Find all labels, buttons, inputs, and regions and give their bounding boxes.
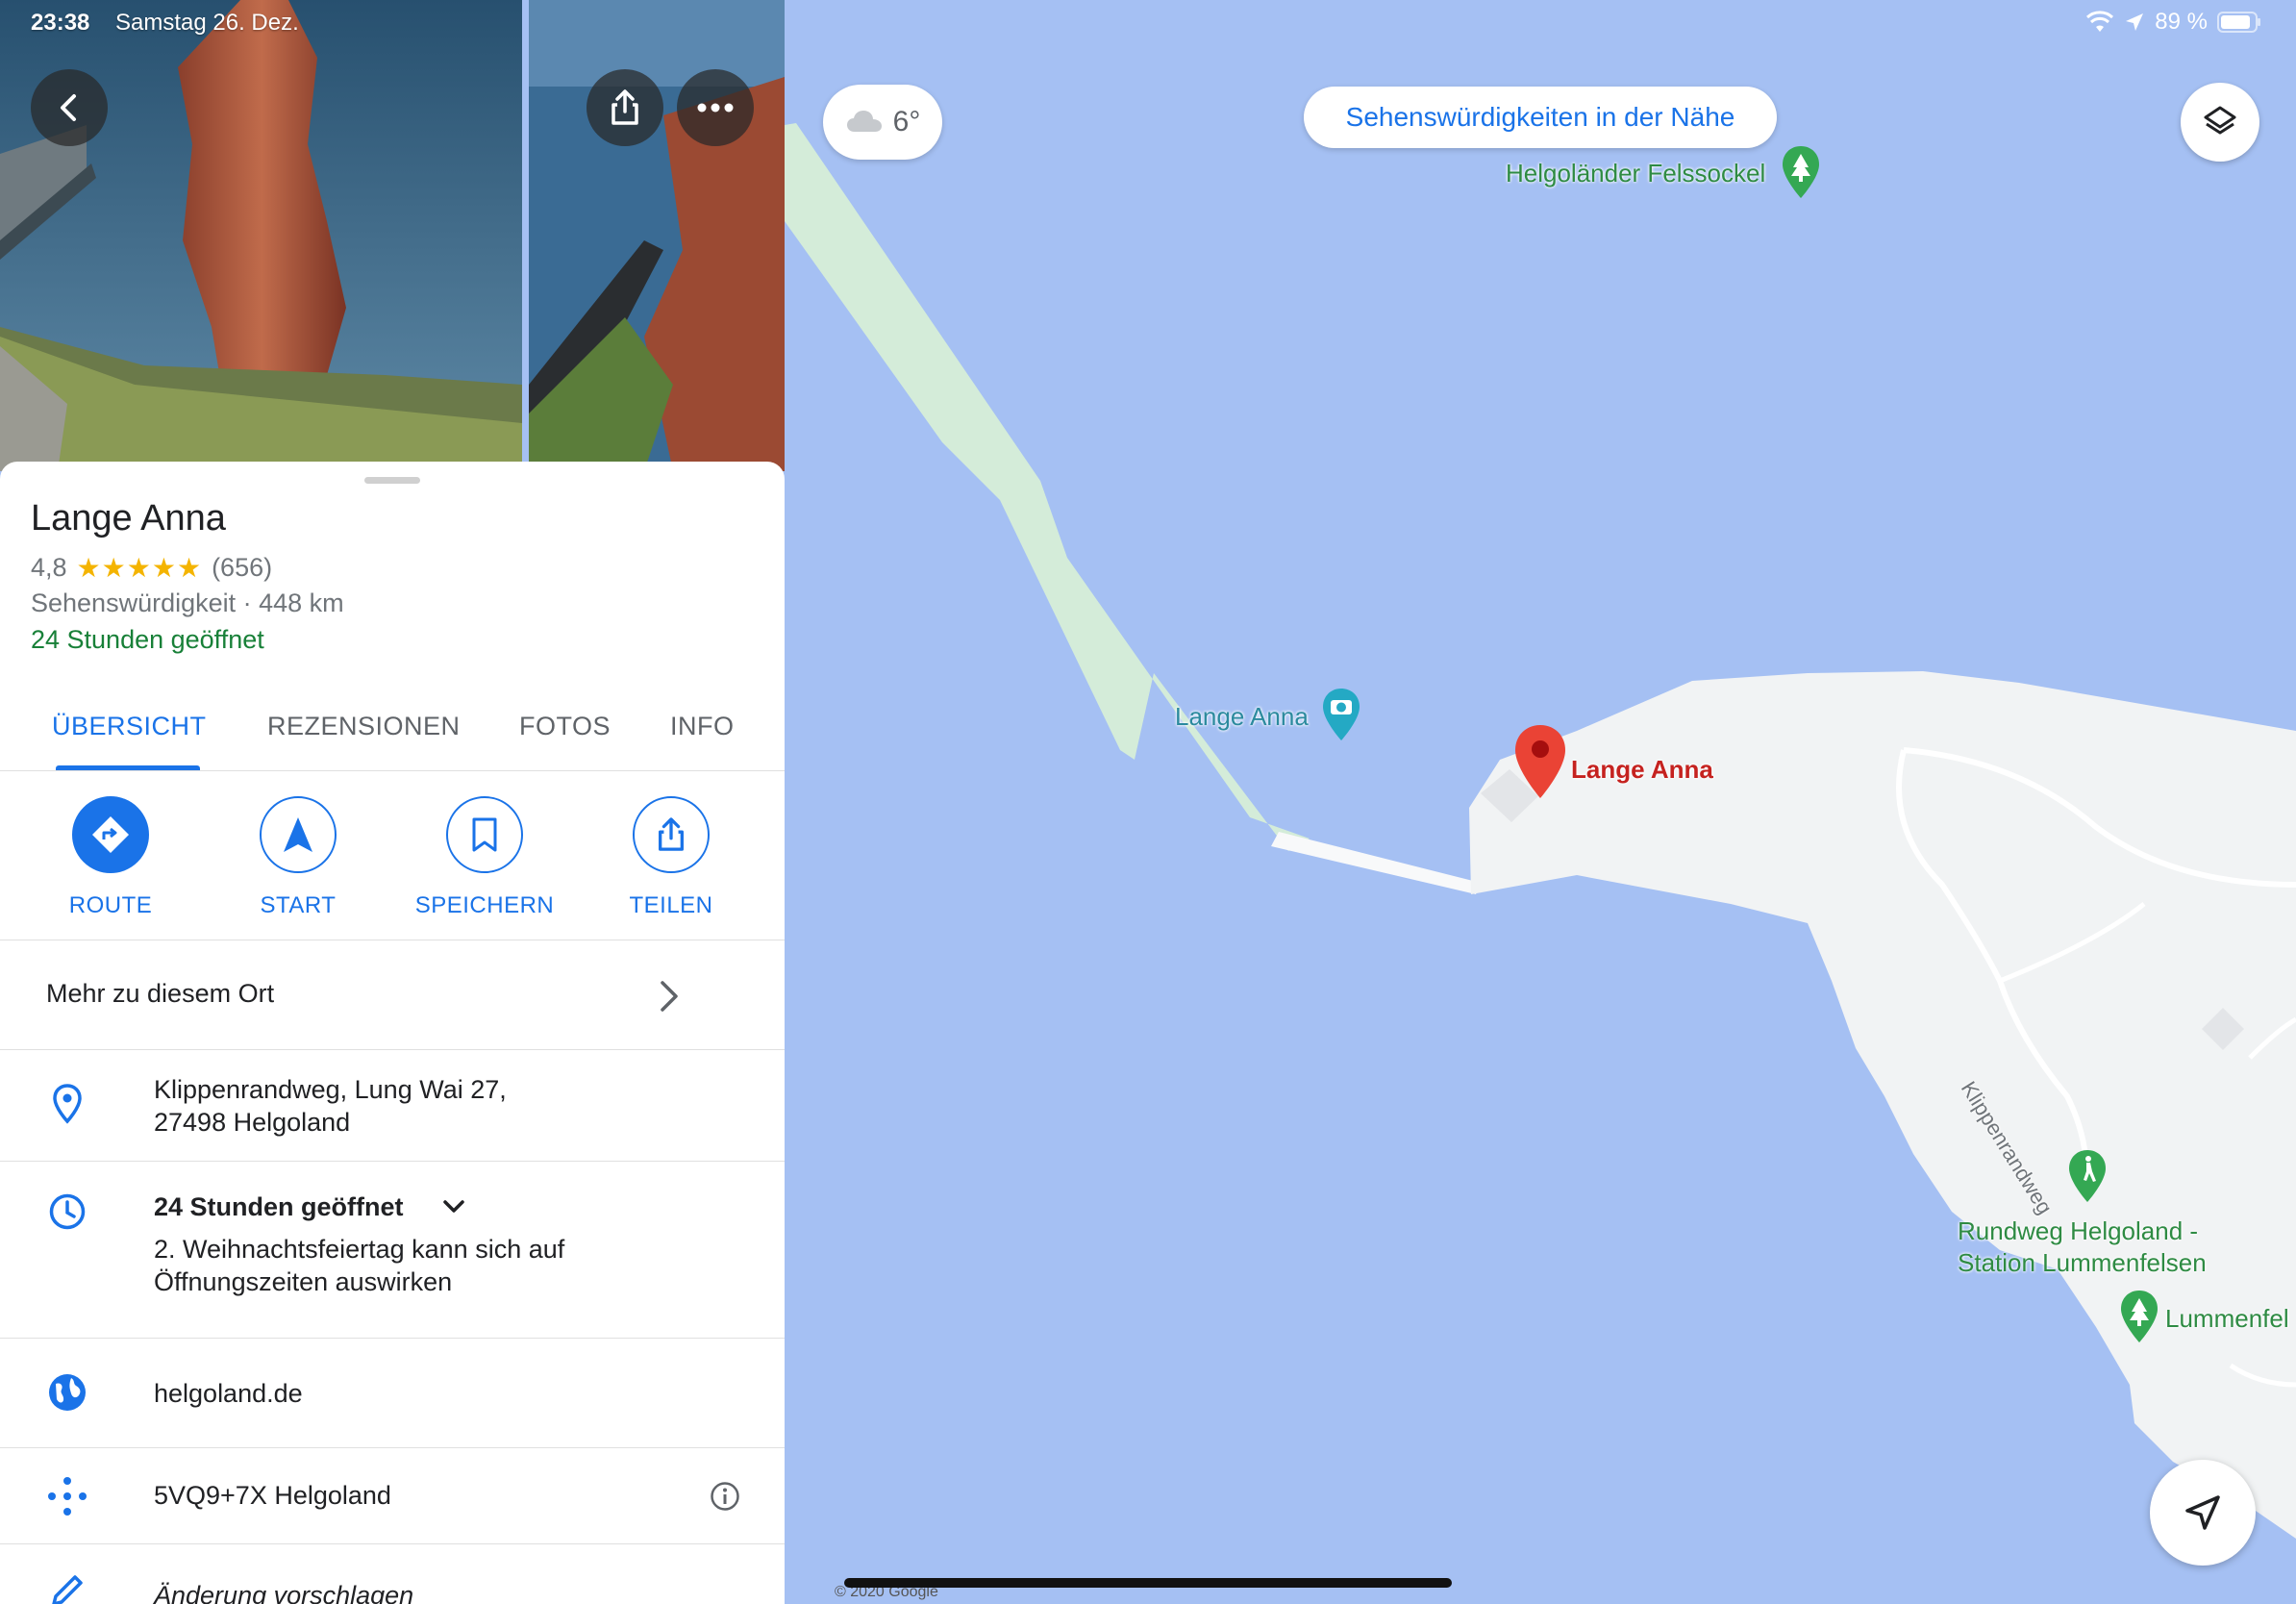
- camera-pin-icon[interactable]: [1321, 687, 1361, 744]
- holiday-notice-line-2: Öffnungszeiten auswirken: [154, 1267, 453, 1296]
- share-icon: [659, 817, 684, 851]
- tab-bar: ÜBERSICHT REZENSIONEN FOTOS INFO: [0, 702, 785, 771]
- home-indicator[interactable]: [844, 1578, 1452, 1588]
- photo-strip[interactable]: [0, 0, 785, 471]
- layers-button[interactable]: [2181, 83, 2259, 162]
- battery-percent: 89 %: [2155, 9, 2208, 35]
- share-button[interactable]: TEILEN: [585, 796, 758, 919]
- share-photo-button[interactable]: [586, 69, 663, 146]
- my-location-button[interactable]: [2150, 1460, 2256, 1566]
- plus-code: 5VQ9+7X Helgoland: [154, 1481, 391, 1510]
- place-photo-2[interactable]: [529, 0, 785, 471]
- save-button[interactable]: SPEICHERN: [398, 796, 571, 919]
- tab-photos[interactable]: FOTOS: [519, 712, 611, 741]
- start-button-circle[interactable]: [260, 796, 337, 873]
- more-options-button[interactable]: [677, 69, 754, 146]
- bookmark-icon: [472, 817, 497, 852]
- action-bar: ROUTE START SPEICHERN TEILEN: [0, 771, 785, 940]
- hours-label: 24 Stunden geöffnet: [154, 1192, 404, 1221]
- plus-code-row[interactable]: 5VQ9+7X Helgoland: [0, 1448, 785, 1544]
- suggest-edit-label: Änderung vorschlagen: [154, 1581, 414, 1604]
- map-label-rundweg-1[interactable]: Rundweg Helgoland -: [1958, 1216, 2198, 1246]
- suggest-edit-row[interactable]: Änderung vorschlagen: [0, 1544, 785, 1604]
- address-line-1: Klippenrandweg, Lung Wai 27,: [154, 1075, 507, 1104]
- info-icon[interactable]: [710, 1481, 740, 1512]
- map-label-lange-anna-pin[interactable]: Lange Anna: [1571, 755, 1713, 785]
- globe-icon: [46, 1371, 88, 1414]
- route-label: ROUTE: [68, 892, 153, 918]
- battery-icon: [2217, 12, 2260, 33]
- map-label-lange-anna-poi[interactable]: Lange Anna: [1175, 702, 1309, 732]
- share-icon: [611, 89, 638, 125]
- website-row[interactable]: helgoland.de: [0, 1339, 785, 1448]
- place-sheet[interactable]: Lange Anna 4,8 ★★★★★ (656) Sehenswürdigk…: [0, 462, 785, 1604]
- wifi-icon: [2086, 11, 2114, 32]
- pencil-icon: [46, 1569, 88, 1604]
- layers-icon: [2204, 106, 2236, 135]
- share-button-circle[interactable]: [633, 796, 710, 873]
- save-label: SPEICHERN: [414, 892, 555, 918]
- sheet-grabber[interactable]: [364, 477, 420, 484]
- weather-temperature: 6°: [892, 106, 921, 138]
- start-button[interactable]: START: [212, 796, 385, 919]
- route-button[interactable]: ROUTE: [24, 796, 197, 919]
- tab-reviews[interactable]: REZENSIONEN: [267, 712, 461, 741]
- selected-place-pin-icon[interactable]: [1513, 723, 1567, 800]
- active-tab-indicator: [56, 765, 200, 770]
- hiking-pin-icon[interactable]: [2067, 1148, 2108, 1206]
- rating-line[interactable]: 4,8 ★★★★★ (656): [31, 552, 272, 584]
- tree-pin-icon[interactable]: [1781, 144, 1821, 202]
- website-link[interactable]: helgoland.de: [154, 1377, 303, 1410]
- category-distance: Sehenswürdigkeit · 448 km: [31, 589, 344, 617]
- weather-chip[interactable]: 6°: [823, 85, 942, 160]
- status-bar: 23:38 Samstag 26. Dez. 89 %: [0, 0, 2296, 46]
- more-about-place-row[interactable]: Mehr zu diesem Ort: [0, 940, 785, 1050]
- plus-code-icon: [46, 1475, 88, 1517]
- tab-overview[interactable]: ÜBERSICHT: [52, 712, 207, 741]
- place-title: Lange Anna: [31, 498, 226, 539]
- status-date: Samstag 26. Dez.: [115, 10, 299, 36]
- rating-value: 4,8: [31, 553, 67, 582]
- address-line-2: 27498 Helgoland: [154, 1108, 351, 1137]
- rating-stars: ★★★★★: [76, 553, 203, 583]
- nearby-sights-button[interactable]: Sehenswürdigkeiten in der Nähe: [1304, 87, 1777, 148]
- address-row[interactable]: Klippenrandweg, Lung Wai 27, 27498 Helgo…: [0, 1050, 785, 1162]
- open-status: 24 Stunden geöffnet: [31, 625, 264, 654]
- map-label-rundweg-2[interactable]: Station Lummenfelsen: [1958, 1248, 2207, 1278]
- start-label: START: [260, 892, 337, 918]
- holiday-notice-line-1: 2. Weihnachtsfeiertag kann sich auf: [154, 1235, 565, 1264]
- more-dots-icon: [697, 103, 734, 113]
- review-count[interactable]: (656): [212, 553, 272, 583]
- share-label: TEILEN: [629, 892, 713, 918]
- clock-icon: [46, 1190, 88, 1233]
- cloud-icon: [846, 111, 882, 132]
- location-arrow-icon: [2185, 1495, 2220, 1530]
- navigation-arrow-icon: [284, 817, 312, 852]
- location-pin-icon: [46, 1083, 88, 1125]
- map-label-lummenfelsen[interactable]: Lummenfel: [2165, 1304, 2289, 1334]
- route-button-circle[interactable]: [72, 796, 149, 873]
- chevron-right-icon: [661, 981, 678, 1012]
- chevron-down-icon[interactable]: [440, 1196, 467, 1217]
- tab-info[interactable]: INFO: [670, 712, 735, 741]
- more-about-place-label: Mehr zu diesem Ort: [46, 979, 275, 1008]
- chevron-left-icon: [61, 94, 76, 121]
- status-time: 23:38: [31, 10, 90, 36]
- back-button[interactable]: [31, 69, 108, 146]
- hours-row[interactable]: 24 Stunden geöffnet 2. Weihnachtsfeierta…: [0, 1162, 785, 1339]
- tree-pin-icon-2[interactable]: [2119, 1289, 2159, 1346]
- map-label-felssockel[interactable]: Helgoländer Felssockel: [1506, 159, 1765, 188]
- location-services-icon: [2126, 13, 2144, 31]
- directions-icon: [92, 816, 129, 853]
- save-button-circle[interactable]: [446, 796, 523, 873]
